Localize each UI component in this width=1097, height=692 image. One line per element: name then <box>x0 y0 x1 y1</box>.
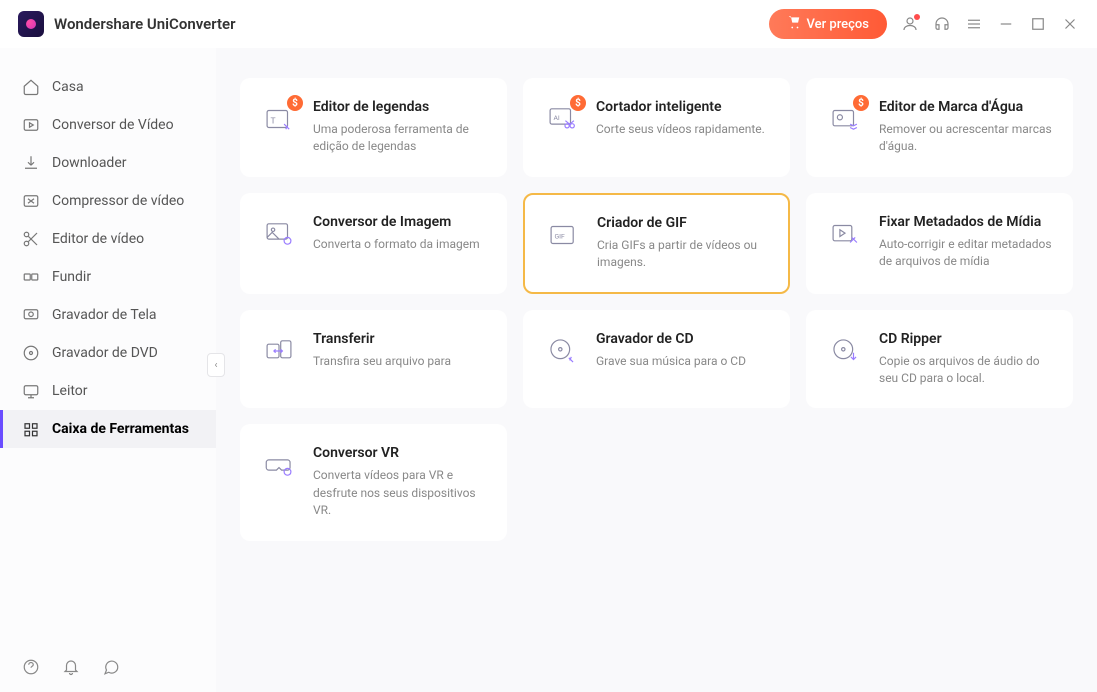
vr-converter-icon <box>259 445 299 485</box>
tool-card-image-converter[interactable]: Conversor de Imagem Converta o formato d… <box>240 193 507 294</box>
maximize-icon[interactable] <box>1029 15 1047 33</box>
minimize-icon[interactable] <box>997 15 1015 33</box>
feedback-icon[interactable] <box>102 658 120 676</box>
card-desc: Auto-corrigir e editar metadados de arqu… <box>879 236 1054 271</box>
svg-text:GIF: GIF <box>555 232 565 240</box>
sidebar-nav: Casa Conversor de Vídeo Downloader Compr… <box>0 48 216 642</box>
app-title: Wondershare UniConverter <box>54 15 236 33</box>
premium-badge-icon: $ <box>853 95 869 111</box>
disc-icon <box>22 344 40 362</box>
video-converter-icon <box>22 116 40 134</box>
card-title: CD Ripper <box>879 331 1054 347</box>
tool-card-cd-burner[interactable]: Gravador de CD Grave sua música para o C… <box>523 310 790 409</box>
tool-card-cd-ripper[interactable]: CD Ripper Copie os arquivos de áudio do … <box>806 310 1073 409</box>
sidebar-item-label: Caixa de Ferramentas <box>52 421 189 437</box>
titlebar: Wondershare UniConverter Ver preços <box>0 0 1097 48</box>
sidebar-item-label: Leitor <box>52 383 88 399</box>
sidebar-item-label: Fundir <box>52 269 91 285</box>
card-title: Fixar Metadados de Mídia <box>879 214 1054 230</box>
sidebar-footer <box>0 642 216 692</box>
user-account-icon[interactable] <box>901 15 919 33</box>
card-desc: Uma poderosa ferramenta de edição de leg… <box>313 121 488 156</box>
bell-icon[interactable] <box>62 658 80 676</box>
card-title: Cortador inteligente <box>596 99 771 115</box>
tool-card-subtitle-editor[interactable]: T $ Editor de legendas Uma poderosa ferr… <box>240 78 507 177</box>
sidebar-item-label: Casa <box>52 79 84 95</box>
svg-text:AI: AI <box>554 114 560 122</box>
sidebar-item-toolbox[interactable]: Caixa de Ferramentas <box>0 410 216 448</box>
svg-text:T: T <box>271 116 276 126</box>
subtitle-editor-icon: T $ <box>259 99 299 139</box>
hamburger-menu-icon[interactable] <box>965 15 983 33</box>
cd-burner-icon <box>542 331 582 371</box>
card-title: Criador de GIF <box>597 215 770 231</box>
premium-badge-icon: $ <box>570 95 586 111</box>
tool-card-smart-trimmer[interactable]: AI $ Cortador inteligente Corte seus víd… <box>523 78 790 177</box>
sidebar-item-label: Downloader <box>52 155 127 171</box>
support-headset-icon[interactable] <box>933 15 951 33</box>
premium-badge-icon: $ <box>287 95 303 111</box>
sidebar-item-downloader[interactable]: Downloader <box>0 144 216 182</box>
sidebar-item-label: Editor de vídeo <box>52 231 144 247</box>
help-icon[interactable] <box>22 658 40 676</box>
view-prices-button[interactable]: Ver preços <box>769 9 888 39</box>
card-desc: Corte seus vídeos rapidamente. <box>596 121 771 138</box>
tool-card-transfer[interactable]: Transferir Transfira seu arquivo para <box>240 310 507 409</box>
tool-card-gif-maker[interactable]: GIF Criador de GIF Cria GIFs a partir de… <box>523 193 790 294</box>
sidebar-item-editor[interactable]: Editor de vídeo <box>0 220 216 258</box>
cd-ripper-icon <box>825 331 865 371</box>
card-desc: Converta vídeos para VR e desfrute nos s… <box>313 467 488 519</box>
image-converter-icon <box>259 214 299 254</box>
screen-recorder-icon <box>22 306 40 324</box>
sidebar-item-label: Gravador de Tela <box>52 307 157 323</box>
sidebar-item-label: Conversor de Vídeo <box>52 117 174 133</box>
sidebar-item-converter[interactable]: Conversor de Vídeo <box>0 106 216 144</box>
app-logo-icon <box>18 11 44 37</box>
metadata-icon <box>825 214 865 254</box>
card-desc: Remover ou acrescentar marcas d'água. <box>879 121 1054 156</box>
cart-icon <box>787 15 801 33</box>
card-desc: Cria GIFs a partir de vídeos ou imagens. <box>597 237 770 272</box>
card-title: Editor de Marca d'Água <box>879 99 1054 115</box>
tool-card-fix-metadata[interactable]: Fixar Metadados de Mídia Auto-corrigir e… <box>806 193 1073 294</box>
scissors-icon <box>22 230 40 248</box>
tool-card-vr-converter[interactable]: Conversor VR Converta vídeos para VR e d… <box>240 424 507 540</box>
smart-trimmer-icon: AI $ <box>542 99 582 139</box>
card-desc: Grave sua música para o CD <box>596 353 771 370</box>
download-icon <box>22 154 40 172</box>
card-desc: Copie os arquivos de áudio do seu CD par… <box>879 353 1054 388</box>
sidebar-item-label: Gravador de DVD <box>52 345 158 361</box>
tools-grid: T $ Editor de legendas Uma poderosa ferr… <box>240 78 1073 541</box>
sidebar-item-screen-recorder[interactable]: Gravador de Tela <box>0 296 216 334</box>
card-title: Transferir <box>313 331 488 347</box>
sidebar-item-player[interactable]: Leitor <box>0 372 216 410</box>
transfer-icon <box>259 331 299 371</box>
compressor-icon <box>22 192 40 210</box>
home-icon <box>22 78 40 96</box>
tool-card-watermark-editor[interactable]: $ Editor de Marca d'Água Remover ou acre… <box>806 78 1073 177</box>
card-title: Gravador de CD <box>596 331 771 347</box>
card-title: Conversor VR <box>313 445 488 461</box>
sidebar-collapse-button[interactable]: ‹ <box>207 353 225 377</box>
card-desc: Converta o formato da imagem <box>313 236 488 253</box>
card-title: Conversor de Imagem <box>313 214 488 230</box>
sidebar: Casa Conversor de Vídeo Downloader Compr… <box>0 48 216 692</box>
card-title: Editor de legendas <box>313 99 488 115</box>
player-icon <box>22 382 40 400</box>
sidebar-item-dvd-burner[interactable]: Gravador de DVD <box>0 334 216 372</box>
sidebar-item-compressor[interactable]: Compressor de vídeo <box>0 182 216 220</box>
merge-icon <box>22 268 40 286</box>
sidebar-item-home[interactable]: Casa <box>0 68 216 106</box>
toolbox-icon <box>22 420 40 438</box>
card-desc: Transfira seu arquivo para <box>313 353 488 370</box>
main-content: T $ Editor de legendas Uma poderosa ferr… <box>216 48 1097 692</box>
close-icon[interactable] <box>1061 15 1079 33</box>
gif-maker-icon: GIF <box>543 215 583 255</box>
price-button-label: Ver preços <box>807 17 870 32</box>
sidebar-item-merge[interactable]: Fundir <box>0 258 216 296</box>
sidebar-item-label: Compressor de vídeo <box>52 193 184 209</box>
watermark-icon: $ <box>825 99 865 139</box>
